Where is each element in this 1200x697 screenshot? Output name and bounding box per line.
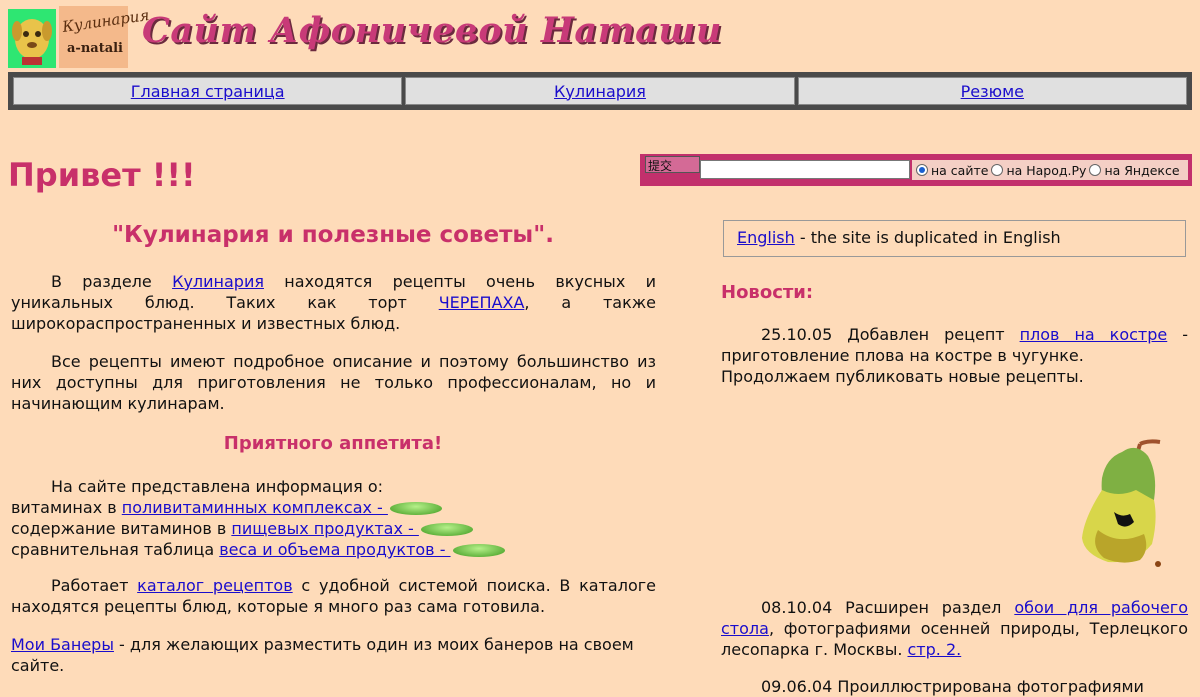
news-item: 25.10.05 Добавлен рецепт плов на костре … xyxy=(721,324,1188,387)
section-heading: "Кулинария и полезные советы". xyxy=(112,222,554,248)
nav-item-home: Главная страница xyxy=(13,77,403,105)
nav-item-resume: Резюме xyxy=(797,77,1187,105)
food-products-link[interactable]: пищевых продуктах - xyxy=(231,519,419,538)
site-logo-culinary: Кулинария a-natali xyxy=(59,6,150,68)
nav-link-culinary[interactable]: Кулинария xyxy=(554,82,646,101)
culinary-link[interactable]: Кулинария xyxy=(172,272,264,291)
news-date: 08.10.04 xyxy=(761,598,833,617)
search-scope-options: на сайте на Народ.Ру на Яндексе xyxy=(912,160,1188,180)
news-text-before: Добавлен рецепт xyxy=(832,325,1020,344)
pear-illustration-icon xyxy=(1078,438,1168,572)
news-item: 08.10.04 Расширен раздел обои для рабоче… xyxy=(721,597,1188,660)
banners-paragraph: Мои Банеры - для желающих разместить оди… xyxy=(11,634,656,676)
news-text-before: Расширен раздел xyxy=(832,598,1015,617)
search-scope-narod-radio[interactable] xyxy=(991,164,1004,176)
nav-item-culinary: Кулинария xyxy=(405,77,795,105)
site-title: Сайт Афоничевой Наташи xyxy=(142,10,722,51)
recipe-catalog-link[interactable]: каталог рецептов xyxy=(137,576,293,595)
vitamins-intro: На сайте представлена информация о: xyxy=(51,477,384,496)
weight-volume-link[interactable]: веса и объема продуктов - xyxy=(219,540,450,559)
intro-paragraph: В разделе Кулинария находятся рецепты оч… xyxy=(11,271,656,334)
cherepakha-cake-link[interactable]: ЧЕРЕПАХА xyxy=(439,293,525,312)
english-link[interactable]: English xyxy=(737,228,795,247)
news-date: 09.06.04 xyxy=(761,677,833,696)
news-item: 09.06.04 Проиллюстрирована фотографиями xyxy=(721,676,1188,697)
multivitamin-link[interactable]: поливитаминных комплексах - xyxy=(122,498,388,517)
logo-text-anatali: a-natali xyxy=(67,41,123,56)
news-date: 25.10.05 xyxy=(761,325,833,344)
nav-link-resume[interactable]: Резюме xyxy=(961,82,1024,101)
weight-table-line: сравнительная таблица веса и объема прод… xyxy=(11,539,656,560)
news-extra: Продолжаем публиковать новые рецепты. xyxy=(721,367,1084,386)
my-banners-link[interactable]: Мои Банеры xyxy=(11,635,114,654)
catalog-paragraph: Работает каталог рецептов с удобной сист… xyxy=(11,575,656,617)
search-scope-site-radio[interactable] xyxy=(916,164,928,176)
news-heading: Новости: xyxy=(721,282,814,303)
search-scope-narod-label: на Народ.Ру xyxy=(1006,162,1087,178)
vitamins-info-block: На сайте представлена информация о: вита… xyxy=(11,476,656,560)
search-input[interactable] xyxy=(700,160,910,179)
search-scope-yandex-label: на Яндексе xyxy=(1104,162,1180,178)
appetite-heading: Приятного аппетита! xyxy=(223,433,443,454)
food-vitamins-line: содержание витаминов в пищевых продуктах… xyxy=(11,518,656,539)
catalog-text-before: Работает xyxy=(51,576,138,595)
vitamins-line-text: витаминах в xyxy=(11,498,122,517)
vitamins-line: витаминах в поливитаминных комплексах - xyxy=(11,497,656,518)
english-note: - the site is duplicated in English xyxy=(794,228,1061,247)
news-text: Проиллюстрирована фотографиями xyxy=(832,677,1144,696)
intro-text-before: В разделе xyxy=(51,272,173,291)
search-scope-yandex-radio[interactable] xyxy=(1089,164,1102,176)
green-pill-icon[interactable] xyxy=(452,544,505,557)
food-vitamins-text: содержание витаминов в xyxy=(11,519,232,538)
logo-text-culinary: Кулинария xyxy=(61,5,151,37)
recipes-description-paragraph: Все рецепты имеют подробное описание и п… xyxy=(11,352,656,413)
nav-link-home[interactable]: Главная страница xyxy=(131,82,285,101)
search-scope-site-label: на сайте xyxy=(931,162,989,178)
search-form: 提交 на сайте на Народ.Ру на Яндексе xyxy=(640,154,1192,186)
green-pill-icon[interactable] xyxy=(420,523,473,536)
site-logo-dog-icon xyxy=(8,9,56,68)
green-pill-icon[interactable] xyxy=(389,502,442,515)
search-submit-button[interactable]: 提交 xyxy=(645,156,700,173)
weight-table-text: сравнительная таблица xyxy=(11,540,220,559)
english-version-box: English - the site is duplicated in Engl… xyxy=(723,220,1186,257)
pilaf-on-fire-link[interactable]: плов на костре xyxy=(1020,325,1168,344)
greeting-heading: Привет !!! xyxy=(8,156,196,194)
page-2-link[interactable]: стр. 2. xyxy=(908,640,962,659)
main-navigation: Главная страница Кулинария Резюме xyxy=(8,72,1192,110)
